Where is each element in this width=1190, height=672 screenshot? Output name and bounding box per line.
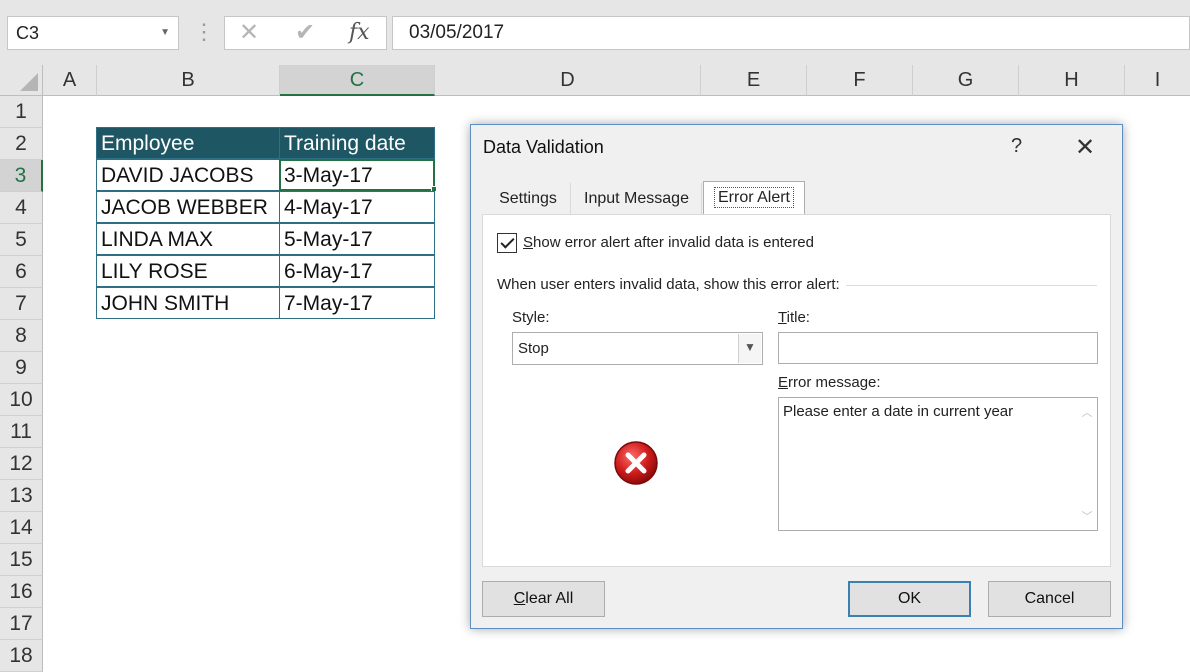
row-header[interactable]: 17 — [0, 608, 43, 640]
row-header[interactable]: 11 — [0, 416, 43, 448]
show-alert-accel: S — [523, 234, 534, 251]
insert-function-icon[interactable]: fx — [349, 17, 370, 49]
error-message-label-text: rror message: — [788, 374, 881, 391]
column-header-a[interactable]: A — [43, 65, 97, 96]
stop-error-icon — [614, 441, 658, 485]
title-label-text: itle: — [786, 309, 810, 326]
row-header[interactable]: 8 — [0, 320, 43, 352]
style-select[interactable]: Stop ▼ — [512, 332, 763, 365]
column-header-d[interactable]: D — [435, 65, 701, 96]
error-message-label: Error message: — [778, 374, 881, 391]
ok-button[interactable]: OK — [848, 581, 971, 617]
row-header[interactable]: 9 — [0, 352, 43, 384]
tab-error-alert-label: Error Alert — [713, 187, 794, 208]
table-cell-date[interactable]: 6-May-17 — [279, 255, 435, 287]
cancel-button[interactable]: Cancel — [988, 581, 1111, 617]
group-label: When user enters invalid data, show this… — [497, 276, 846, 293]
tab-input-message[interactable]: Input Message — [572, 183, 702, 215]
error-message-value: Please enter a date in current year — [783, 403, 1014, 420]
row-header[interactable]: 7 — [0, 288, 43, 320]
table-cell-date[interactable]: 7-May-17 — [279, 287, 435, 319]
row-header-selected[interactable]: 3 — [0, 160, 43, 192]
column-header-i[interactable]: I — [1125, 65, 1190, 96]
style-select-value: Stop — [518, 340, 549, 357]
show-alert-checkbox[interactable] — [497, 233, 517, 253]
row-header[interactable]: 2 — [0, 128, 43, 160]
chevron-down-icon[interactable]: ▼ — [160, 17, 170, 49]
column-header-e[interactable]: E — [701, 65, 807, 96]
title-label-accel: T — [778, 309, 787, 326]
column-header-c[interactable]: C — [280, 65, 435, 96]
textarea-scrollbar[interactable]: ︿ ﹀ — [1077, 398, 1097, 530]
chevron-down-icon[interactable]: ﹀ — [1077, 508, 1097, 524]
table-cell-employee[interactable]: JOHN SMITH — [96, 287, 280, 319]
table-cell-date[interactable]: 5-May-17 — [279, 223, 435, 255]
table-header-training-date[interactable]: Training date — [279, 127, 435, 159]
chevron-up-icon[interactable]: ︿ — [1077, 404, 1097, 420]
clear-all-accel: C — [513, 590, 526, 607]
show-alert-text: how error alert after invalid data is en… — [533, 234, 814, 251]
table-cell-employee[interactable]: DAVID JACOBS — [96, 159, 280, 191]
title-label: Title: — [778, 309, 810, 326]
clear-all-text: lear All — [525, 590, 574, 607]
row-header[interactable]: 12 — [0, 448, 43, 480]
column-header-h[interactable]: H — [1019, 65, 1125, 96]
name-box[interactable]: C3 ▼ — [7, 16, 179, 50]
row-header[interactable]: 1 — [0, 96, 43, 128]
tab-error-alert[interactable]: Error Alert — [703, 181, 805, 216]
chevron-down-icon[interactable]: ▼ — [738, 334, 761, 363]
table-cell-employee[interactable]: LILY ROSE — [96, 255, 280, 287]
formula-buttons: ✕ ✔ fx — [224, 16, 387, 50]
column-header-b[interactable]: B — [97, 65, 280, 96]
table-header-employee[interactable]: Employee — [96, 127, 280, 159]
row-header[interactable]: 14 — [0, 512, 43, 544]
close-icon[interactable]: ✕ — [1075, 133, 1095, 162]
name-box-value: C3 — [16, 23, 40, 43]
formula-bar-area: C3 ▼ ⋮ ✕ ✔ fx 03/05/2017 — [0, 0, 1190, 65]
row-header[interactable]: 6 — [0, 256, 43, 288]
error-alert-panel: Show error alert after invalid data is e… — [482, 214, 1111, 567]
table-cell-employee[interactable]: JACOB WEBBER — [96, 191, 280, 223]
row-header[interactable]: 5 — [0, 224, 43, 256]
more-dots-icon[interactable]: ⋮ — [193, 18, 215, 48]
data-validation-dialog: Data Validation ? ✕ Settings Input Messa… — [470, 124, 1123, 629]
show-alert-label[interactable]: Show error alert after invalid data is e… — [523, 234, 814, 251]
error-message-accel: E — [778, 374, 789, 391]
error-message-textarea[interactable]: Please enter a date in current year ︿ ﹀ — [778, 397, 1098, 531]
row-header[interactable]: 15 — [0, 544, 43, 576]
row-header[interactable]: 13 — [0, 480, 43, 512]
row-header[interactable]: 16 — [0, 576, 43, 608]
active-cell-c3[interactable]: 3-May-17 — [279, 159, 435, 191]
enter-formula-icon[interactable]: ✔ — [295, 17, 315, 49]
help-icon[interactable]: ? — [1011, 135, 1022, 158]
column-header-g[interactable]: G — [913, 65, 1019, 96]
tab-settings[interactable]: Settings — [486, 183, 571, 215]
style-label: Style: — [512, 309, 550, 326]
formula-input[interactable]: 03/05/2017 — [392, 16, 1190, 50]
title-input[interactable] — [778, 332, 1098, 364]
row-header[interactable]: 4 — [0, 192, 43, 224]
row-header[interactable]: 18 — [0, 640, 43, 672]
dialog-title: Data Validation — [483, 137, 604, 157]
column-header-f[interactable]: F — [807, 65, 913, 96]
cancel-formula-icon[interactable]: ✕ — [239, 17, 259, 49]
clear-all-button[interactable]: Clear All — [482, 581, 605, 617]
table-cell-date[interactable]: 4-May-17 — [279, 191, 435, 223]
select-all-corner[interactable] — [0, 65, 43, 96]
table-cell-employee[interactable]: LINDA MAX — [96, 223, 280, 255]
row-header[interactable]: 10 — [0, 384, 43, 416]
